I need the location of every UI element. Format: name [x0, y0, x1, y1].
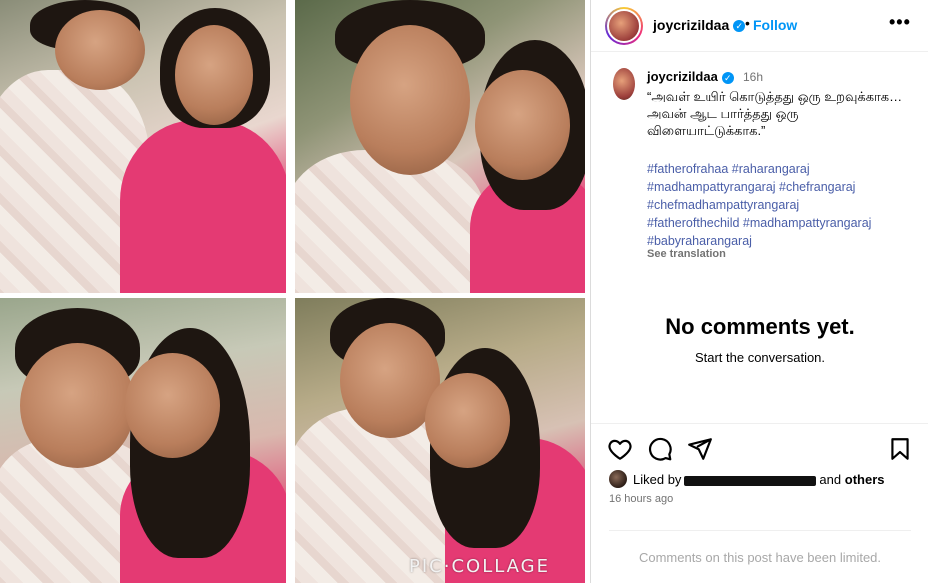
- post-time-ago[interactable]: 16 hours ago: [609, 493, 673, 505]
- woman-face: [175, 25, 253, 125]
- collage-photo-4: [295, 298, 585, 583]
- verified-badge-icon: ✓: [733, 20, 746, 33]
- no-comments-subtitle: Start the conversation.: [694, 350, 826, 365]
- hashtag-line[interactable]: #fatherofrahaa #raharangaraj: [647, 160, 922, 178]
- collage-photo-2: [295, 0, 585, 293]
- separator-dot: •: [745, 15, 750, 31]
- hashtag-line[interactable]: #chefmadhampattyrangaraj: [647, 196, 922, 214]
- follow-button[interactable]: Follow: [753, 17, 797, 33]
- caption-text: “அவள் உயிர் கொடுத்தது ஒரு உறவுக்காக… அவன…: [647, 89, 903, 138]
- caption-hashtags: #fatherofrahaa #raharangaraj #madhampatt…: [647, 160, 922, 250]
- author-avatar[interactable]: [605, 7, 643, 45]
- liked-by-text: Liked by and others: [633, 472, 884, 487]
- comment-bubble-icon[interactable]: [647, 436, 673, 462]
- hashtag-line[interactable]: #madhampattyrangaraj #chefrangaraj: [647, 178, 922, 196]
- liker-avatar[interactable]: [609, 470, 627, 488]
- piccollage-watermark: PIC·COLLAGE: [409, 556, 550, 577]
- no-comments-title: No comments yet.: [665, 314, 855, 339]
- heart-icon[interactable]: [607, 436, 633, 462]
- author-username-row[interactable]: joycrizildaa ✓: [653, 17, 746, 33]
- post-actions-bar: [591, 423, 928, 473]
- woman-face: [475, 70, 570, 180]
- collage-photo-1: [0, 0, 286, 293]
- woman-face: [425, 373, 510, 468]
- woman-top: [120, 120, 286, 293]
- post-header: joycrizildaa ✓ • Follow •••: [591, 0, 928, 52]
- caption-timestamp[interactable]: 16h: [743, 70, 763, 84]
- bookmark-icon[interactable]: [887, 436, 913, 462]
- caption-author-avatar[interactable]: [613, 68, 635, 100]
- likes-others-link[interactable]: others: [845, 472, 885, 487]
- caption-username[interactable]: joycrizildaa: [647, 69, 718, 84]
- man-shirt: [295, 150, 485, 293]
- man-face: [350, 25, 470, 175]
- liked-by-connector: and: [819, 472, 842, 487]
- paper-plane-icon[interactable]: [687, 436, 713, 462]
- collage-photo-3: [0, 298, 286, 583]
- redacted-username: [684, 475, 817, 486]
- post-image-collage[interactable]: PIC·COLLAGE: [0, 0, 590, 583]
- comments-limited-notice: Comments on this post have been limited.: [609, 530, 911, 565]
- author-username[interactable]: joycrizildaa: [653, 17, 729, 33]
- man-face: [20, 343, 135, 468]
- post-side-panel: joycrizildaa ✓ • Follow ••• joycrizildaa ✓…: [590, 0, 928, 583]
- man-face: [55, 10, 145, 90]
- woman-face: [125, 353, 220, 458]
- more-options-icon[interactable]: •••: [889, 12, 911, 33]
- liked-by-prefix: Liked by: [633, 472, 682, 487]
- see-translation-link[interactable]: See translation: [647, 248, 726, 260]
- caption-username-row[interactable]: joycrizildaa ✓: [647, 69, 734, 84]
- verified-badge-icon: ✓: [721, 71, 734, 84]
- hashtag-line[interactable]: #fatherofthechild #madhampattyrangaraj: [647, 214, 922, 232]
